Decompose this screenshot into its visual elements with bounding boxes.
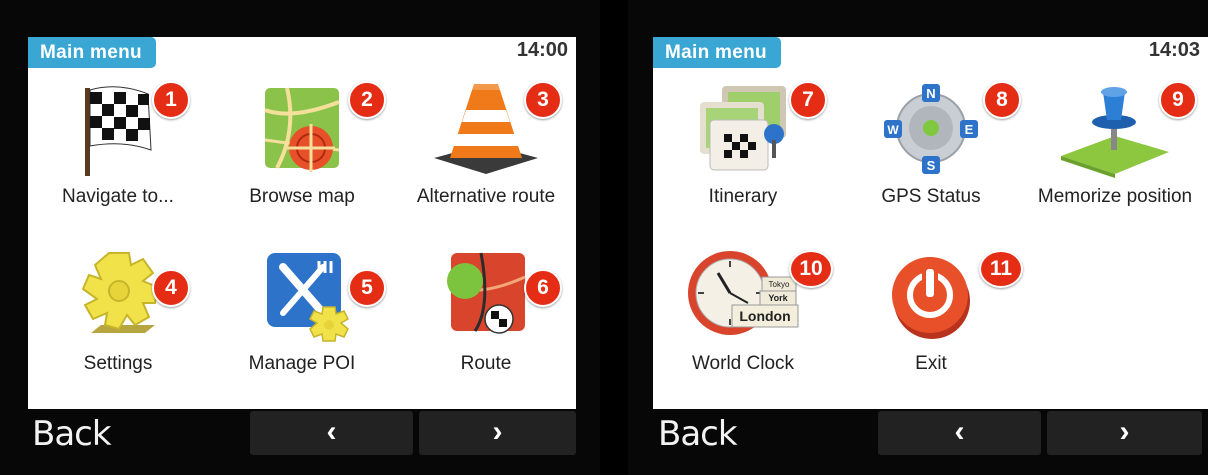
tile-label: Settings [83, 353, 153, 374]
tile-label: World Clock [691, 353, 795, 374]
tile-label: Browse map [249, 186, 355, 207]
tile-label: GPS Status [881, 186, 981, 207]
svg-text:N: N [926, 86, 935, 101]
badge-5: 5 [348, 269, 386, 307]
next-page-button[interactable]: › [419, 411, 576, 455]
badge-8: 8 [983, 81, 1021, 119]
chevron-right-icon: › [1119, 415, 1130, 448]
itinerary-icon [700, 86, 786, 171]
badge-3: 3 [524, 81, 562, 119]
tile-label: Itinerary [708, 186, 778, 207]
manage-poi-button[interactable]: Manage POI [212, 247, 392, 377]
browse-map-icon [264, 87, 340, 172]
tile-label: Route [460, 353, 512, 374]
chevron-left-icon: ‹ [326, 415, 337, 448]
power-icon [892, 257, 970, 339]
prev-page-button[interactable]: ‹ [878, 411, 1041, 455]
svg-text:S: S [927, 158, 936, 173]
compass-icon: N S W E [884, 84, 978, 174]
badge-4: 4 [152, 269, 190, 307]
chevron-right-icon: › [492, 415, 503, 448]
back-button[interactable]: Back [32, 412, 112, 456]
next-page-button[interactable]: › [1047, 411, 1202, 455]
clock-city-3: Tokyo [769, 280, 790, 289]
badge-10: 10 [789, 250, 833, 288]
world-clock-icon: Tokyo York London [688, 251, 799, 335]
tile-label: Alternative route [416, 186, 556, 207]
svg-text:W: W [887, 123, 899, 137]
tile-label: Manage POI [248, 353, 356, 374]
svg-text:E: E [965, 122, 974, 137]
tile-label: Navigate to... [62, 186, 174, 207]
badge-9: 9 [1159, 81, 1197, 119]
chevron-left-icon: ‹ [954, 415, 965, 448]
badge-1: 1 [152, 81, 190, 119]
clock-city-2: York [768, 293, 788, 303]
clock: 14:03 [1148, 39, 1200, 61]
settings-button[interactable]: Settings [28, 247, 208, 377]
badge-11: 11 [979, 250, 1023, 288]
back-button[interactable]: Back [658, 412, 738, 456]
tile-label: Exit [915, 353, 947, 374]
clock-city: London [739, 308, 790, 324]
prev-page-button[interactable]: ‹ [250, 411, 413, 455]
badge-6: 6 [524, 269, 562, 307]
clock: 14:00 [516, 39, 568, 61]
main-menu-screen: Main menu 14:03 Itinerary 7 N S W E GPS … [653, 37, 1208, 409]
tile-label: Memorize position [1037, 186, 1193, 207]
route-button[interactable]: Route [396, 247, 576, 377]
route-icon [447, 252, 526, 334]
menu-title: Main menu [653, 37, 781, 68]
badge-2: 2 [348, 81, 386, 119]
pushpin-icon [1061, 87, 1169, 178]
device-screen-left: Main menu 14:00 Navigate to... 1 Browse … [0, 0, 600, 475]
fork-knife-icon [267, 253, 349, 342]
device-screen-right: Main menu 14:03 Itinerary 7 N S W E GPS … [628, 0, 1208, 475]
main-menu-screen: Main menu 14:00 Navigate to... 1 Browse … [28, 37, 576, 409]
menu-title: Main menu [28, 37, 156, 68]
badge-7: 7 [789, 81, 827, 119]
